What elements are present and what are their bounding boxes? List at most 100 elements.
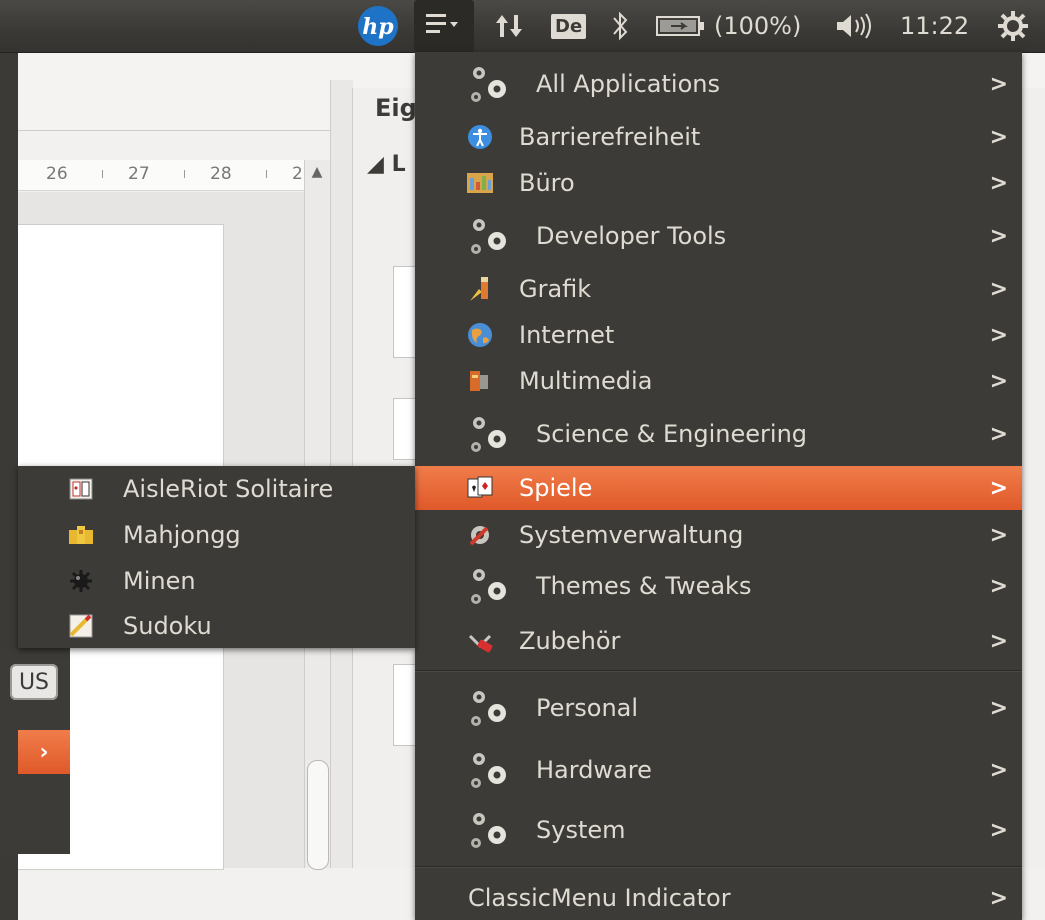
horizontal-ruler: 26 27 28 2 [18, 160, 308, 191]
submenu-item-sudoku[interactable]: Sudoku [18, 604, 415, 648]
menu-item-themes-tweaks[interactable]: Themes & Tweaks > [415, 560, 1022, 612]
gears-icon [465, 60, 513, 108]
remnant-highlighted-item[interactable]: › [18, 730, 70, 774]
volume-icon[interactable] [834, 0, 874, 52]
battery-percentage[interactable]: (100%) [714, 0, 801, 52]
menu-item-personal[interactable]: Personal > [415, 682, 1022, 734]
clock[interactable]: 11:22 [900, 0, 969, 52]
gears-icon [465, 806, 513, 854]
submenu-arrow-icon: > [989, 223, 1008, 249]
classicmenu-button[interactable] [414, 0, 474, 52]
accessibility-icon [465, 122, 495, 152]
submenu-arrow-icon: > [989, 757, 1008, 783]
menu-item-buero[interactable]: Büro > [415, 160, 1022, 206]
classicmenu-icon [426, 14, 458, 33]
submenu-arrow-icon: > [989, 421, 1008, 447]
menu-item-label: Minen [123, 567, 196, 595]
submenu-arrow-icon: > [989, 322, 1008, 348]
menu-item-classicmenu-indicator[interactable]: ClassicMenu Indicator > [415, 876, 1022, 920]
network-icon[interactable] [492, 0, 528, 52]
battery-icon[interactable] [655, 0, 715, 52]
menu-item-label: Personal [536, 694, 639, 722]
submenu-item-mahjongg[interactable]: Mahjongg [18, 512, 415, 558]
scroll-up-arrow-icon[interactable]: ▲ [308, 164, 326, 184]
classic-menu: All Applications > Barrierefreiheit > Bü… [415, 52, 1022, 920]
gears-icon [465, 684, 513, 732]
menu-item-label: Mahjongg [123, 521, 241, 549]
menu-item-label: Developer Tools [536, 222, 727, 250]
accessories-icon [465, 626, 495, 656]
sudoku-icon [66, 611, 96, 641]
menu-item-spiele[interactable]: Spiele > [415, 466, 1022, 510]
submenu-arrow-icon: > [989, 695, 1008, 721]
submenu-arrow-icon: > [989, 628, 1008, 654]
menu-separator [415, 866, 1022, 868]
graphics-icon [465, 274, 495, 304]
menu-item-label: Multimedia [519, 367, 653, 395]
ruler-tick [266, 170, 267, 178]
mahjongg-tiles-icon [66, 520, 96, 550]
submenu-arrow-icon: > [989, 817, 1008, 843]
menu-separator [415, 670, 1022, 672]
menu-item-label: Science & Engineering [536, 420, 808, 448]
menu-item-system[interactable]: System > [415, 804, 1022, 856]
submenu-arrow-icon: > [989, 276, 1008, 302]
submenu-arrow-icon: > [989, 475, 1008, 501]
internet-globe-icon [465, 320, 495, 350]
sidebar-section-label: L [391, 152, 406, 177]
menu-item-multimedia[interactable]: Multimedia > [415, 358, 1022, 404]
hp-logo-icon[interactable]: hp [356, 0, 402, 52]
menu-item-label: Zubehör [519, 627, 621, 655]
session-icon[interactable] [996, 0, 1036, 52]
menu-item-label: All Applications [536, 70, 720, 98]
sidebar-section-toggle[interactable]: ◢ L [367, 152, 406, 177]
submenu-arrow-icon: > [989, 170, 1008, 196]
collapse-triangle-icon: ◢ [367, 152, 392, 177]
submenu-item-minen[interactable]: Minen [18, 558, 415, 604]
sidebar-heading: Eig [375, 94, 417, 122]
submenu-arrow-icon: > [989, 522, 1008, 548]
submenu-item-aisleriot-solitaire[interactable]: AisleRiot Solitaire [18, 466, 415, 512]
menu-item-hardware[interactable]: Hardware > [415, 744, 1022, 796]
menu-item-systemverwaltung[interactable]: Systemverwaltung > [415, 512, 1022, 558]
menu-item-grafik[interactable]: Grafik > [415, 266, 1022, 312]
menu-item-label: System [536, 816, 626, 844]
menu-item-label: Sudoku [123, 612, 212, 640]
menu-item-label: Barrierefreiheit [519, 123, 701, 151]
gears-icon [465, 410, 513, 458]
multimedia-icon [465, 366, 495, 396]
menu-item-developer-tools[interactable]: Developer Tools > [415, 210, 1022, 262]
submenu-arrow-icon: > [989, 71, 1008, 97]
menu-item-label: Büro [519, 169, 575, 197]
keyboard-layout-indicator[interactable]: De [551, 0, 587, 52]
menu-item-label: Hardware [536, 756, 652, 784]
ruler-number: 26 [46, 164, 68, 184]
menu-item-science-engineering[interactable]: Science & Engineering > [415, 408, 1022, 460]
svg-text:hp: hp [362, 14, 394, 40]
system-tools-icon [465, 520, 495, 550]
menu-item-all-applications[interactable]: All Applications > [415, 58, 1022, 110]
ruler-number: 27 [128, 164, 150, 184]
gears-icon [465, 562, 513, 610]
submenu-arrow-icon: > [989, 368, 1008, 394]
top-panel: hp De (100%) 11:22 [0, 0, 1045, 52]
menu-item-label: Systemverwaltung [519, 521, 744, 549]
ruler-number: 28 [210, 164, 232, 184]
menu-item-zubehoer[interactable]: Zubehör > [415, 618, 1022, 664]
submenu-arrow-icon: > [989, 124, 1008, 150]
gears-icon [465, 746, 513, 794]
menu-item-internet[interactable]: Internet > [415, 312, 1022, 358]
games-cards-icon [465, 473, 495, 503]
games-submenu: AisleRiot Solitaire Mahjongg Minen Sudok… [18, 466, 415, 648]
submenu-arrow-icon: > [989, 573, 1008, 599]
menu-item-barrierefreiheit[interactable]: Barrierefreiheit > [415, 114, 1022, 160]
ruler-tick [102, 170, 103, 178]
mine-icon [66, 566, 96, 596]
scrollbar-thumb[interactable] [307, 760, 329, 870]
menu-item-label: Internet [519, 321, 615, 349]
gears-icon [465, 212, 513, 260]
bluetooth-icon[interactable] [610, 0, 636, 52]
menu-item-label: Spiele [519, 474, 593, 502]
menu-item-label: AisleRiot Solitaire [123, 475, 334, 503]
us-button[interactable]: US [10, 664, 58, 700]
